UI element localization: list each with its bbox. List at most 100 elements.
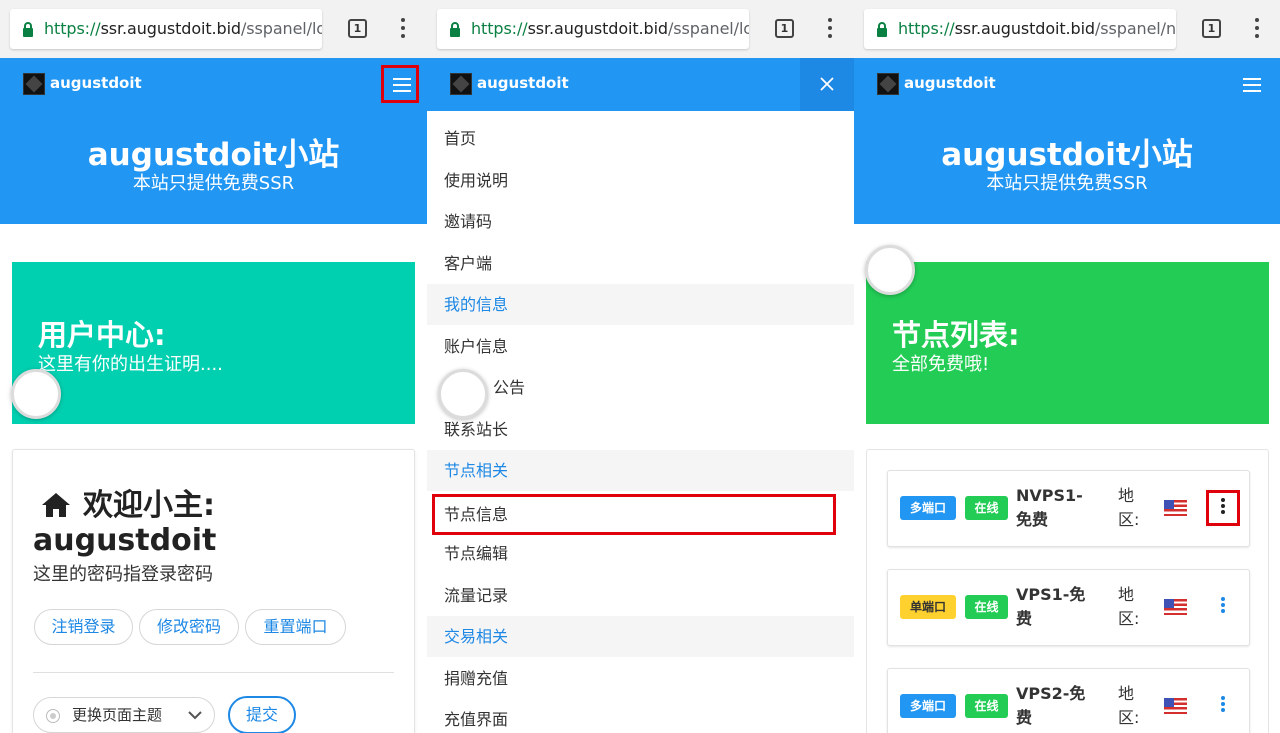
node-list: 多端口 在线 NVPS1-免费 地区: 单端口 在线 VPS1-免费 地区: 多…	[866, 449, 1269, 733]
menu-item-node-info[interactable]: 节点信息	[432, 494, 836, 535]
tab-switcher-button[interactable]: 1	[775, 19, 794, 38]
floating-action-button[interactable]	[11, 369, 61, 419]
screen-user-center: https://ssr.augustdoit.bid/sspanel/log 1…	[0, 0, 427, 733]
browser-toolbar: https://ssr.augustdoit.bid/sspanel/log 1	[0, 0, 427, 58]
port-type-badge: 多端口	[900, 694, 956, 718]
status-badge: 在线	[965, 595, 1008, 619]
menu-item-contact-admin[interactable]: 联系站长	[427, 409, 854, 450]
lock-icon	[877, 22, 887, 37]
menu-item-account-info[interactable]: 账户信息	[427, 326, 854, 367]
menu-item-recharge[interactable]: 充值界面	[427, 699, 854, 733]
url-text: https://ssr.augustdoit.bid/sspanel/log	[44, 19, 322, 38]
theme-select[interactable]: 更换页面主题	[33, 697, 215, 733]
us-flag-icon	[1164, 698, 1187, 714]
screen-node-list: https://ssr.augustdoit.bid/sspanel/no 1 …	[854, 0, 1280, 733]
node-name: VPS2-免费	[1016, 684, 1086, 727]
menu-section-trade: 交易相关	[427, 616, 854, 657]
browser-menu-icon[interactable]	[395, 16, 411, 40]
app-bar: augustdoit	[0, 58, 427, 111]
status-badge: 在线	[965, 694, 1008, 718]
address-bar[interactable]: https://ssr.augustdoit.bid/sspanel/log	[10, 9, 322, 49]
hero-banner: augustdoit小站 本站只提供免费SSR	[854, 111, 1280, 224]
menu-section-my-info: 我的信息	[427, 284, 854, 325]
screen-menu-open: https://ssr.augustdoit.bid/sspanel/log 1…	[427, 0, 854, 733]
status-badge: 在线	[965, 496, 1008, 520]
hamburger-menu-icon[interactable]	[381, 65, 419, 103]
welcome-card: 欢迎小主: augustdoit 这里的密码指登录密码 注销登录 修改密码 重置…	[12, 449, 415, 733]
welcome-title: 欢迎小主:	[41, 480, 215, 524]
menu-item-guide[interactable]: 使用说明	[427, 160, 854, 201]
address-bar[interactable]: https://ssr.augustdoit.bid/sspanel/log	[437, 9, 749, 49]
nav-menu: 首页 使用说明 邀请码 客户端 我的信息 账户信息 公告 联系站长 节点相关 节…	[427, 111, 854, 733]
site-logo	[877, 73, 899, 95]
lock-icon	[23, 22, 33, 37]
logout-button[interactable]: 注销登录	[34, 609, 133, 645]
home-icon	[42, 493, 70, 517]
close-icon	[820, 77, 834, 91]
tab-switcher-button[interactable]: 1	[1202, 19, 1221, 38]
browser-menu-icon[interactable]	[822, 16, 838, 40]
brand-name[interactable]: augustdoit	[904, 74, 996, 92]
menu-item-announcement[interactable]: 公告	[427, 367, 854, 408]
menu-item-client[interactable]: 客户端	[427, 243, 854, 284]
hamburger-menu-icon[interactable]	[1234, 65, 1272, 103]
submit-button[interactable]: 提交	[228, 696, 296, 733]
card-subtitle: 这里有你的出生证明....	[38, 354, 223, 375]
chevron-down-icon	[188, 711, 202, 720]
node-list-card: 节点列表: 全部免费哦!	[866, 262, 1269, 424]
app-bar: augustdoit	[427, 58, 854, 111]
browser-menu-icon[interactable]	[1249, 16, 1265, 40]
browser-toolbar: https://ssr.augustdoit.bid/sspanel/no 1	[854, 0, 1280, 58]
card-subtitle: 全部免费哦!	[892, 354, 990, 375]
node-row[interactable]: 多端口 在线 NVPS1-免费 地区:	[887, 470, 1250, 547]
region-label: 地区:	[1118, 486, 1140, 529]
region-label: 地区:	[1118, 585, 1140, 628]
url-text: https://ssr.augustdoit.bid/sspanel/log	[471, 19, 749, 38]
site-logo	[450, 73, 472, 95]
menu-item-invite-code[interactable]: 邀请码	[427, 201, 854, 242]
lock-icon	[450, 22, 460, 37]
browser-toolbar: https://ssr.augustdoit.bid/sspanel/log 1	[427, 0, 854, 58]
change-password-button[interactable]: 修改密码	[139, 609, 239, 645]
radio-icon	[46, 709, 60, 723]
reset-port-button[interactable]: 重置端口	[245, 609, 346, 645]
floating-action-button[interactable]	[865, 245, 915, 295]
us-flag-icon	[1164, 500, 1187, 516]
site-logo	[23, 73, 45, 95]
menu-item-home[interactable]: 首页	[427, 118, 854, 159]
app-bar: augustdoit	[854, 58, 1280, 111]
hero-title: augustdoit小站	[87, 137, 340, 173]
us-flag-icon	[1164, 599, 1187, 615]
menu-item-donate[interactable]: 捐赠充值	[427, 658, 854, 699]
tab-switcher-button[interactable]: 1	[348, 19, 367, 38]
node-name: VPS1-免费	[1016, 585, 1086, 628]
port-type-badge: 多端口	[900, 496, 956, 520]
hero-subtitle: 本站只提供免费SSR	[986, 173, 1148, 194]
hero-subtitle: 本站只提供免费SSR	[132, 173, 295, 194]
brand-name[interactable]: augustdoit	[50, 74, 142, 92]
floating-action-button[interactable]	[438, 369, 488, 419]
hero-banner: augustdoit小站 本站只提供免费SSR	[0, 111, 427, 224]
url-text: https://ssr.augustdoit.bid/sspanel/no	[898, 19, 1176, 38]
address-bar[interactable]: https://ssr.augustdoit.bid/sspanel/no	[864, 9, 1176, 49]
close-menu-button[interactable]	[800, 58, 854, 111]
port-type-badge: 单端口	[900, 595, 956, 619]
divider	[33, 672, 394, 673]
user-center-card: 用户中心: 这里有你的出生证明....	[12, 262, 415, 424]
menu-item-node-edit[interactable]: 节点编辑	[427, 533, 854, 574]
node-row[interactable]: 单端口 在线 VPS1-免费 地区:	[887, 569, 1250, 646]
card-title: 节点列表:	[892, 318, 1020, 352]
hero-title: augustdoit小站	[941, 137, 1193, 173]
node-more-icon[interactable]	[1206, 589, 1240, 625]
brand-name[interactable]: augustdoit	[477, 74, 569, 92]
node-more-icon[interactable]	[1206, 688, 1240, 724]
card-title: 用户中心:	[38, 318, 166, 352]
node-more-icon[interactable]	[1206, 490, 1240, 526]
node-name: NVPS1-免费	[1016, 486, 1083, 529]
region-label: 地区:	[1118, 684, 1140, 727]
welcome-description: 这里的密码指登录密码	[33, 564, 213, 585]
menu-section-nodes: 节点相关	[427, 450, 854, 491]
node-row[interactable]: 多端口 在线 VPS2-免费 地区:	[887, 668, 1250, 733]
menu-item-traffic-log[interactable]: 流量记录	[427, 575, 854, 616]
welcome-username: augustdoit	[33, 523, 217, 558]
